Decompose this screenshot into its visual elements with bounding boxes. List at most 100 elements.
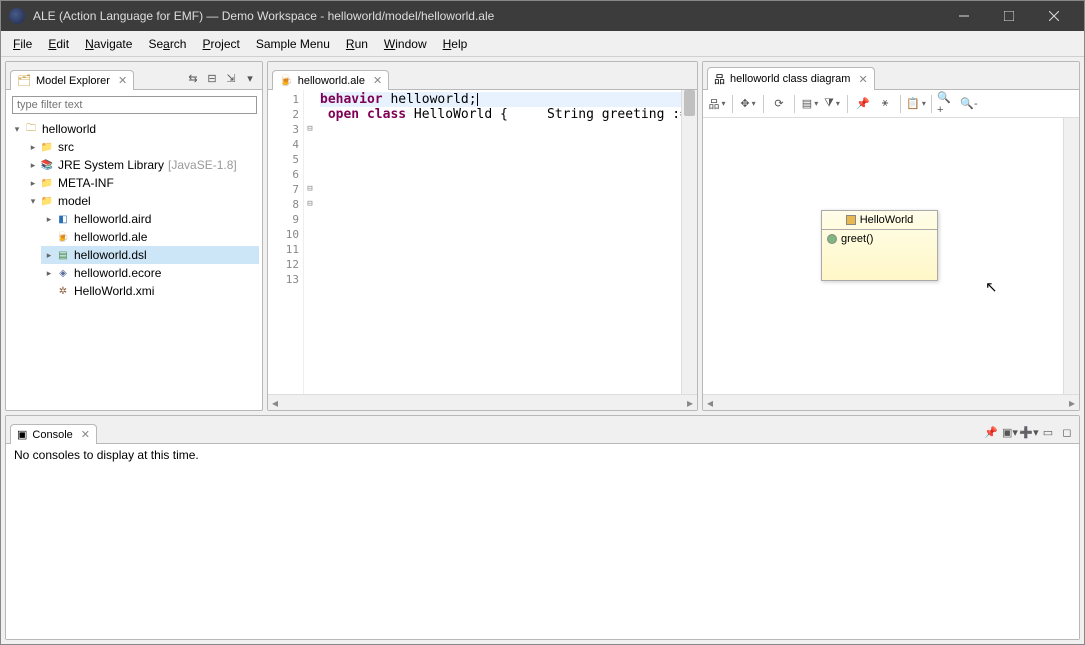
diagram-toolbar: 品 ✥ ⟳ ▤ ⧩ 📌 ⚹ 📋 🔍+ 🔍- <box>703 90 1079 118</box>
tab-console[interactable]: ▣ Console <box>10 424 97 444</box>
folder-icon: 📁 <box>39 175 55 191</box>
pin-button[interactable]: 📌 <box>853 94 873 114</box>
horizontal-scrollbar[interactable]: ◂ ▸ <box>703 394 1079 410</box>
layers-button[interactable]: ▤ <box>800 94 820 114</box>
explorer-icon: 🗂 <box>17 74 31 87</box>
aird-icon: ◧ <box>55 211 71 227</box>
close-icon[interactable] <box>78 428 90 441</box>
expand-icon[interactable]: ▾ <box>27 196 39 207</box>
explorer-tabbar: 🗂 Model Explorer ⇆ ⊟ ⇲ ▾ <box>6 62 262 90</box>
editor-tabbar: 🍺 helloworld.ale <box>268 62 697 90</box>
expand-icon[interactable]: ▸ <box>43 268 55 279</box>
close-button[interactable] <box>1031 1 1076 31</box>
tree-metainf[interactable]: ▸ 📁 META-INF <box>25 174 259 192</box>
vertical-scrollbar[interactable] <box>681 90 697 394</box>
menu-sample[interactable]: Sample Menu <box>248 35 338 53</box>
menu-search[interactable]: Search <box>140 35 194 53</box>
class-icon <box>846 215 856 225</box>
tree-file-dsl[interactable]: ▸ ▤ helloworld.dsl <box>41 246 259 264</box>
console-view: ▣ Console 📌 ▣▾ ➕▾ ▭ ◻ No consoles to dis… <box>5 415 1080 640</box>
diagram-tab-label: helloworld class diagram <box>730 73 850 85</box>
tab-class-diagram[interactable]: 品 helloworld class diagram <box>707 67 875 90</box>
arrange-button[interactable]: 品 <box>707 94 727 114</box>
scroll-right-icon[interactable]: ▸ <box>1069 396 1075 410</box>
expand-icon[interactable]: ▾ <box>11 124 23 135</box>
refresh-button[interactable]: ⟳ <box>769 94 789 114</box>
scroll-left-icon[interactable]: ◂ <box>707 396 713 410</box>
ecore-icon: ◈ <box>55 265 71 281</box>
tree-file-xmi[interactable]: ✲ HelloWorld.xmi <box>41 282 259 300</box>
scroll-right-icon[interactable]: ▸ <box>687 396 693 410</box>
close-icon[interactable] <box>855 73 867 86</box>
tab-helloworld-ale[interactable]: 🍺 helloworld.ale <box>272 70 389 90</box>
dsl-icon: ▤ <box>55 247 71 263</box>
fold-column[interactable]: ⊟ ⊟⊟ <box>304 90 316 394</box>
tree-file-ale[interactable]: 🍺 helloworld.ale <box>41 228 259 246</box>
menubar: File Edit Navigate Search Project Sample… <box>1 31 1084 57</box>
minimize-button[interactable] <box>941 1 986 31</box>
folder-icon: 📁 <box>39 193 55 209</box>
mouse-cursor-icon: ↖ <box>985 278 998 296</box>
menu-run[interactable]: Run <box>338 35 376 53</box>
code-editor-view: 🍺 helloworld.ale 1234 5678 910111213 ⊟ ⊟… <box>267 61 698 411</box>
minimize-view-icon[interactable]: ▭ <box>1040 424 1056 440</box>
menu-help[interactable]: Help <box>435 35 476 53</box>
menu-edit[interactable]: Edit <box>40 35 77 53</box>
paste-button[interactable]: 📋 <box>906 94 926 114</box>
uml-class-name: HelloWorld <box>860 214 914 226</box>
horizontal-scrollbar[interactable]: ◂ ▸ <box>268 394 697 410</box>
code-area[interactable]: 1234 5678 910111213 ⊟ ⊟⊟ behavior hellow… <box>268 90 697 394</box>
uml-operation[interactable]: greet() <box>827 233 932 245</box>
scroll-thumb[interactable] <box>684 90 695 116</box>
filters-button[interactable]: ⧩ <box>822 94 842 114</box>
tree-jre[interactable]: ▸ 📚 JRE System Library [JavaSE-1.8] <box>25 156 259 174</box>
ale-icon: 🍺 <box>55 229 71 245</box>
expand-icon[interactable]: ▸ <box>27 160 39 171</box>
expand-icon[interactable]: ▸ <box>43 250 55 261</box>
uml-op-label: greet() <box>841 233 873 245</box>
collapse-all-icon[interactable]: ⊟ <box>204 70 220 86</box>
vertical-scrollbar[interactable] <box>1063 118 1079 394</box>
console-tabbar: ▣ Console 📌 ▣▾ ➕▾ ▭ ◻ <box>6 416 1079 444</box>
expand-icon[interactable]: ▸ <box>27 178 39 189</box>
minimize-icon <box>959 11 969 21</box>
maximize-button[interactable] <box>986 1 1031 31</box>
menu-file[interactable]: File <box>5 35 40 53</box>
uml-class-helloworld[interactable]: HelloWorld greet() <box>821 210 938 281</box>
tree-project[interactable]: ▾ 🗀 helloworld <box>9 120 259 138</box>
link-editor-icon[interactable]: ⇆ <box>185 70 201 86</box>
tab-model-explorer[interactable]: 🗂 Model Explorer <box>10 70 134 90</box>
console-tab-label: Console <box>32 429 72 441</box>
menu-window[interactable]: Window <box>376 35 435 53</box>
line-gutter: 1234 5678 910111213 <box>268 90 304 394</box>
maximize-view-icon[interactable]: ◻ <box>1059 424 1075 440</box>
close-icon[interactable] <box>115 74 127 87</box>
expand-icon[interactable]: ▸ <box>43 214 55 225</box>
display-console-icon[interactable]: ▣▾ <box>1002 424 1018 440</box>
tree-model[interactable]: ▾ 📁 model <box>25 192 259 210</box>
tree-file-ecore[interactable]: ▸ ◈ helloworld.ecore <box>41 264 259 282</box>
open-console-icon[interactable]: ➕▾ <box>1021 424 1037 440</box>
diagram-canvas[interactable]: HelloWorld greet() ↖ <box>703 118 1079 394</box>
expand-icon[interactable]: ▸ <box>27 142 39 153</box>
menu-project[interactable]: Project <box>194 35 247 53</box>
diagram-tabbar: 品 helloworld class diagram <box>703 62 1079 90</box>
scroll-left-icon[interactable]: ◂ <box>272 396 278 410</box>
workbench: 🗂 Model Explorer ⇆ ⊟ ⇲ ▾ ▾ <box>1 57 1084 644</box>
select-button[interactable]: ✥ <box>738 94 758 114</box>
window-title: ALE (Action Language for EMF) — Demo Wor… <box>33 9 941 23</box>
filter-input[interactable] <box>12 96 257 114</box>
close-icon[interactable] <box>370 74 382 87</box>
view-menu-icon[interactable]: ▾ <box>242 70 258 86</box>
zoom-out-button[interactable]: 🔍- <box>959 94 979 114</box>
diagram-icon: 品 <box>714 71 725 87</box>
library-icon: 📚 <box>39 157 55 173</box>
tree-src[interactable]: ▸ 📁 src <box>25 138 259 156</box>
menu-navigate[interactable]: Navigate <box>77 35 140 53</box>
focus-icon[interactable]: ⇲ <box>223 70 239 86</box>
tree-file-aird[interactable]: ▸ ◧ helloworld.aird <box>41 210 259 228</box>
unpin-button[interactable]: ⚹ <box>875 94 895 114</box>
zoom-in-button[interactable]: 🔍+ <box>937 94 957 114</box>
code-text[interactable]: behavior helloworld; open class HelloWor… <box>316 90 681 394</box>
pin-console-icon[interactable]: 📌 <box>983 424 999 440</box>
